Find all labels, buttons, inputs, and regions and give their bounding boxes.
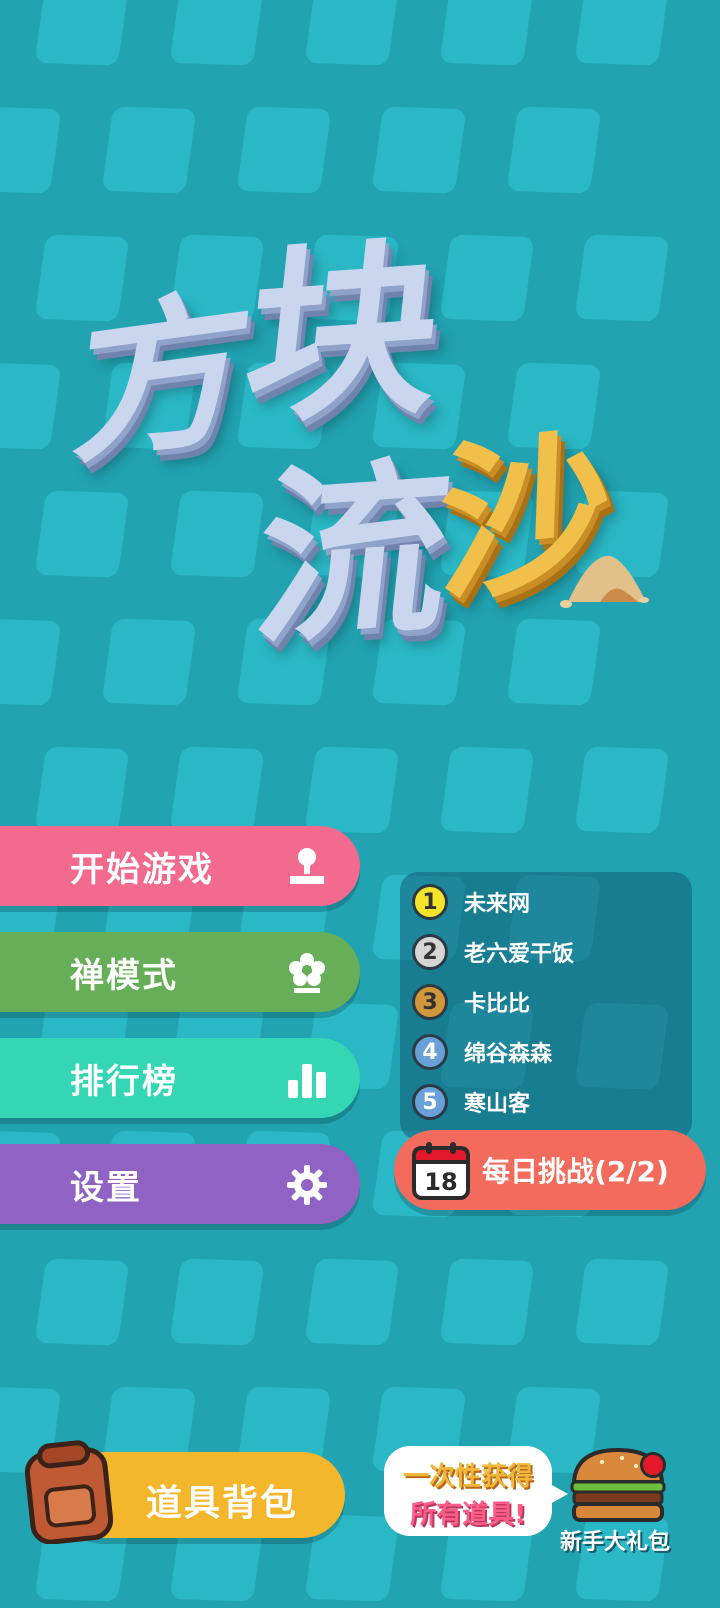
rank-badge: 3 <box>412 984 448 1020</box>
background-tile <box>304 746 400 834</box>
daily-challenge-label: 每日挑战(2/2) <box>482 1155 669 1188</box>
joystick-icon <box>290 848 324 884</box>
gift-promo-line2: 所有道具! <box>410 1500 526 1530</box>
background-tile <box>34 746 130 834</box>
background-tile <box>574 0 670 66</box>
leaderboard-button[interactable]: 排行榜 <box>0 1038 360 1118</box>
background-tile <box>169 0 265 66</box>
start-game-label: 开始游戏 <box>70 849 214 890</box>
item-bag-label: 道具背包 <box>146 1483 299 1524</box>
background-tile <box>574 1258 670 1346</box>
daily-challenge-button[interactable]: 18 每日挑战(2/2) <box>394 1130 706 1210</box>
zen-mode-button[interactable]: 禅模式 <box>0 932 360 1012</box>
start-game-button[interactable]: 开始游戏 <box>0 826 360 906</box>
background-tile <box>304 1258 400 1346</box>
player-name: 老六爱干饭 <box>464 942 575 967</box>
rank-badge: 4 <box>412 1034 448 1070</box>
background-tile <box>169 1258 265 1346</box>
zen-mode-label: 禅模式 <box>70 955 178 996</box>
background-tile <box>574 746 670 834</box>
title-char-3: 流 <box>245 437 461 672</box>
player-name: 卡比比 <box>464 992 531 1017</box>
settings-button[interactable]: 设置 <box>0 1144 360 1224</box>
leaderboard-row: 1 未来网 <box>412 882 530 922</box>
rank-badge: 5 <box>412 1084 448 1120</box>
sand-pile-icon <box>560 555 649 608</box>
background-tile <box>439 746 535 834</box>
gear-icon <box>287 1165 327 1205</box>
background-tile <box>0 106 62 194</box>
game-title-logo: 方 块 流 沙 <box>65 180 650 671</box>
background-tile <box>439 0 535 66</box>
background-tile <box>439 1258 535 1346</box>
background-tile <box>0 618 62 706</box>
background-tile <box>0 362 62 450</box>
background-tile <box>169 746 265 834</box>
background-tile <box>304 0 400 66</box>
flower-icon <box>289 953 325 993</box>
player-name: 未来网 <box>464 892 531 917</box>
player-name: 绵谷森森 <box>464 1042 553 1067</box>
rank-badge: 1 <box>412 884 448 920</box>
backpack-icon[interactable] <box>24 1440 114 1544</box>
rank-badge: 2 <box>412 934 448 970</box>
calendar-icon: 18 <box>412 1142 470 1200</box>
player-name: 寒山客 <box>464 1092 531 1117</box>
gift-promo-line1: 一次性获得 <box>402 1462 533 1492</box>
starter-pack-label[interactable]: 新手大礼包 <box>550 1524 680 1556</box>
gift-promo-bubble[interactable]: 一次性获得 所有道具! <box>384 1446 568 1536</box>
background-tile <box>34 1258 130 1346</box>
notification-dot <box>640 1452 666 1478</box>
background-tile <box>34 0 130 66</box>
leaderboard-panel: 1 未来网 2 老六爱干饭 3 卡比比 4 绵谷森森 5 寒山客 <box>400 872 692 1140</box>
calendar-day: 18 <box>424 1168 457 1196</box>
bar-chart-icon <box>288 1064 326 1098</box>
leaderboard-row: 2 老六爱干饭 <box>412 932 574 972</box>
leaderboard-row: 5 寒山客 <box>412 1082 530 1122</box>
settings-label: 设置 <box>70 1167 142 1208</box>
leaderboard-label: 排行榜 <box>70 1061 178 1102</box>
leaderboard-row: 3 卡比比 <box>412 982 530 1022</box>
leaderboard-row: 4 绵谷森森 <box>412 1032 552 1072</box>
